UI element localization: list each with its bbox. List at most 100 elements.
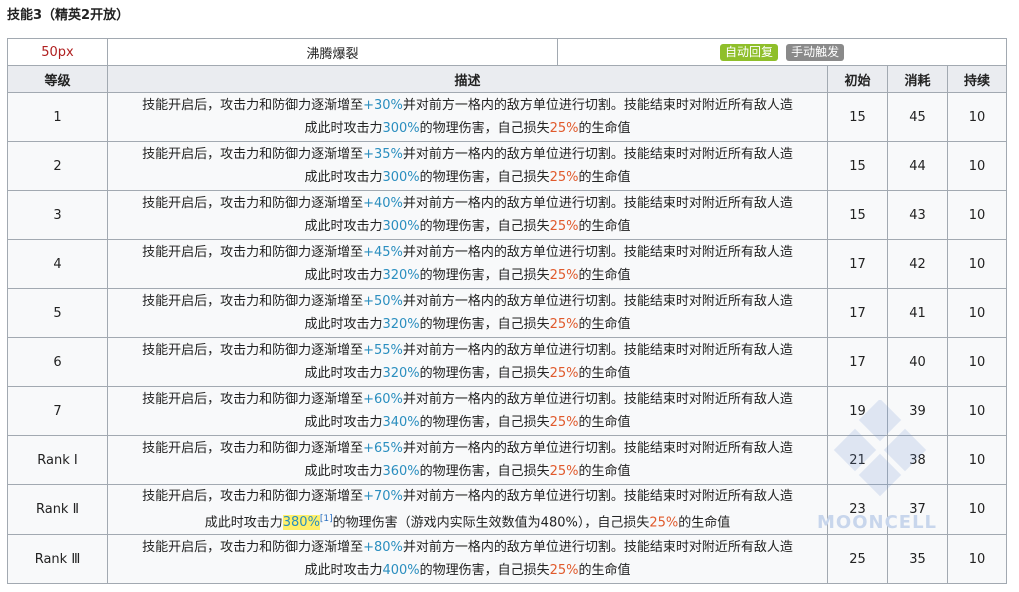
desc-text: 并对前方一格内的敌方单位进行切割。技能结束时对附近所有敌人造 — [402, 98, 793, 113]
desc-text: 的生命值 — [578, 317, 631, 332]
damage-multiplier-value: 300% — [382, 121, 420, 136]
description-cell: 技能开启后，攻击力和防御力逐渐增至+65%并对前方一格内的敌方单位进行切割。技能… — [107, 435, 828, 485]
desc-text: 并对前方一格内的敌方单位进行切割。技能结束时对附近所有敌人造 — [402, 441, 793, 456]
desc-text: 成此时攻击力 — [304, 317, 383, 332]
duration-cell: 10 — [946, 534, 1008, 585]
desc-text: 的生命值 — [578, 415, 631, 430]
level-cell: 7 — [7, 386, 108, 436]
desc-text: 技能开启后，攻击力和防御力逐渐增至 — [142, 343, 364, 358]
damage-multiplier-value: 340% — [382, 415, 420, 430]
desc-text: 成此时攻击力 — [304, 464, 383, 479]
description-cell: 技能开启后，攻击力和防御力逐渐增至+35%并对前方一格内的敌方单位进行切割。技能… — [107, 141, 828, 191]
hp-loss-value: 25% — [649, 515, 679, 531]
duration-cell: 10 — [946, 190, 1008, 240]
desc-text: 技能开启后，攻击力和防御力逐渐增至 — [142, 540, 364, 556]
stat-bonus-value: +45% — [363, 245, 403, 260]
table-header-row: 等级 描述 初始 消耗 持续 — [7, 65, 1008, 93]
level-cell: 6 — [7, 337, 108, 387]
initial-sp-cell: 15 — [827, 141, 888, 191]
desc-text: 的物理伤害，自己损失 — [419, 366, 550, 381]
desc-text: 并对前方一格内的敌方单位进行切割。技能结束时对附近所有敌人造 — [402, 392, 793, 407]
description-cell: 技能开启后，攻击力和防御力逐渐增至+40%并对前方一格内的敌方单位进行切割。技能… — [107, 190, 828, 240]
sp-cost-cell: 41 — [887, 288, 948, 338]
desc-text: 技能开启后，攻击力和防御力逐渐增至 — [142, 294, 364, 309]
desc-text: 成此时攻击力 — [304, 415, 383, 430]
col-header-initial: 初始 — [827, 65, 888, 93]
damage-multiplier-value: 360% — [382, 464, 420, 479]
desc-text: 成此时攻击力 — [304, 268, 383, 283]
damage-multiplier-value: 320% — [382, 366, 420, 381]
duration-cell: 10 — [946, 239, 1008, 289]
level-cell: 3 — [7, 190, 108, 240]
description-cell: 技能开启后，攻击力和防御力逐渐增至+70%并对前方一格内的敌方单位进行切割。技能… — [107, 483, 828, 536]
stat-bonus-value: +35% — [363, 147, 403, 162]
hp-loss-value: 25% — [549, 464, 579, 479]
watermark-text: MOONCELL — [817, 512, 938, 533]
level-cell: 2 — [7, 141, 108, 191]
col-header-duration: 持续 — [946, 65, 1008, 93]
description-cell: 技能开启后，攻击力和防御力逐渐增至+60%并对前方一格内的敌方单位进行切割。技能… — [107, 386, 828, 436]
level-cell: Rank Ⅰ — [7, 435, 108, 485]
initial-sp-cell: 25 — [827, 534, 888, 585]
desc-text: 的生命值 — [578, 268, 631, 283]
damage-multiplier-value: 320% — [382, 268, 420, 283]
initial-sp-cell: 15 — [827, 92, 888, 142]
col-header-description: 描述 — [107, 65, 828, 93]
sp-cost-cell: 42 — [887, 239, 948, 289]
level-cell: 5 — [7, 288, 108, 338]
col-header-level: 等级 — [7, 65, 108, 93]
desc-text: 的物理伤害，自己损失 — [419, 317, 550, 332]
stat-bonus-value: +40% — [363, 196, 403, 211]
description-cell: 技能开启后，攻击力和防御力逐渐增至+55%并对前方一格内的敌方单位进行切割。技能… — [107, 337, 828, 387]
desc-text: 成此时攻击力 — [304, 219, 383, 234]
skill-name: 沸腾爆裂 — [107, 38, 558, 66]
sp-cost-cell: 39 — [887, 386, 948, 436]
sp-cost-cell: 40 — [887, 337, 948, 387]
desc-text: 并对前方一格内的敌方单位进行切割。技能结束时对附近所有敌人造 — [402, 147, 793, 162]
sp-cost-cell: 38 — [887, 435, 948, 485]
damage-multiplier-value: 300% — [382, 170, 420, 185]
hp-loss-value: 25% — [549, 121, 579, 136]
desc-text: 的生命值 — [578, 366, 631, 381]
damage-multiplier-value: 380% — [282, 515, 320, 531]
desc-text: 的物理伤害，自己损失 — [419, 121, 550, 136]
sp-cost-cell: 35 — [887, 534, 948, 585]
description-cell: 技能开启后，攻击力和防御力逐渐增至+80%并对前方一格内的敌方单位进行切割。技能… — [107, 534, 828, 585]
desc-text: 技能开启后，攻击力和防御力逐渐增至 — [142, 98, 364, 113]
table-row: Rank Ⅲ 技能开启后，攻击力和防御力逐渐增至+80%并对前方一格内的敌方单位进… — [7, 534, 1008, 585]
level-cell: Rank Ⅱ — [7, 483, 108, 536]
sp-cost-cell: 44 — [887, 141, 948, 191]
skill-badges: 自动回复 手动触发 — [556, 38, 1008, 66]
stat-bonus-value: +55% — [363, 343, 403, 358]
initial-sp-cell: 17 — [827, 288, 888, 338]
initial-sp-cell: 17 — [827, 239, 888, 289]
hp-loss-value: 25% — [549, 563, 579, 579]
damage-multiplier-value: 320% — [382, 317, 420, 332]
desc-text: 的生命值 — [578, 170, 631, 185]
desc-text: 成此时攻击力 — [304, 121, 383, 136]
desc-text: 并对前方一格内的敌方单位进行切割。技能结束时对附近所有敌人造 — [402, 245, 793, 260]
hp-loss-value: 25% — [549, 170, 579, 185]
desc-text: 的物理伤害（游戏内实际生效数值为480%），自己损失 — [332, 515, 650, 531]
level-cell: Rank Ⅲ — [7, 534, 108, 585]
sp-cost-cell: 43 — [887, 190, 948, 240]
table-row: 7 技能开启后，攻击力和防御力逐渐增至+60%并对前方一格内的敌方单位进行切割。技… — [7, 386, 1008, 436]
damage-multiplier-value: 300% — [382, 219, 420, 234]
desc-text: 的生命值 — [578, 464, 631, 479]
table-row: Rank Ⅰ 技能开启后，攻击力和防御力逐渐增至+65%并对前方一格内的敌方单位进… — [7, 435, 1008, 485]
desc-text: 成此时攻击力 — [304, 170, 383, 185]
desc-text: 的物理伤害，自己损失 — [419, 268, 550, 283]
stat-bonus-value: +30% — [363, 98, 403, 113]
footnote-link[interactable]: [1] — [320, 514, 333, 524]
skill-table: 50px 沸腾爆裂 自动回复 手动触发 等级 描述 初始 消耗 持续 1 技能开启… — [7, 38, 1008, 585]
desc-text: 成此时攻击力 — [304, 563, 383, 579]
desc-text: 技能开启后，攻击力和防御力逐渐增至 — [142, 489, 364, 504]
section-heading: 技能3（精英2开放） — [7, 8, 130, 23]
table-row: 2 技能开启后，攻击力和防御力逐渐增至+35%并对前方一格内的敌方单位进行切割。技… — [7, 141, 1008, 191]
col-header-cost: 消耗 — [887, 65, 948, 93]
duration-cell: 10 — [946, 435, 1008, 485]
duration-cell: 10 — [946, 141, 1008, 191]
table-row: 6 技能开启后，攻击力和防御力逐渐增至+55%并对前方一格内的敌方单位进行切割。技… — [7, 337, 1008, 387]
desc-text: 的生命值 — [578, 563, 631, 579]
damage-multiplier-value: 400% — [382, 563, 420, 579]
